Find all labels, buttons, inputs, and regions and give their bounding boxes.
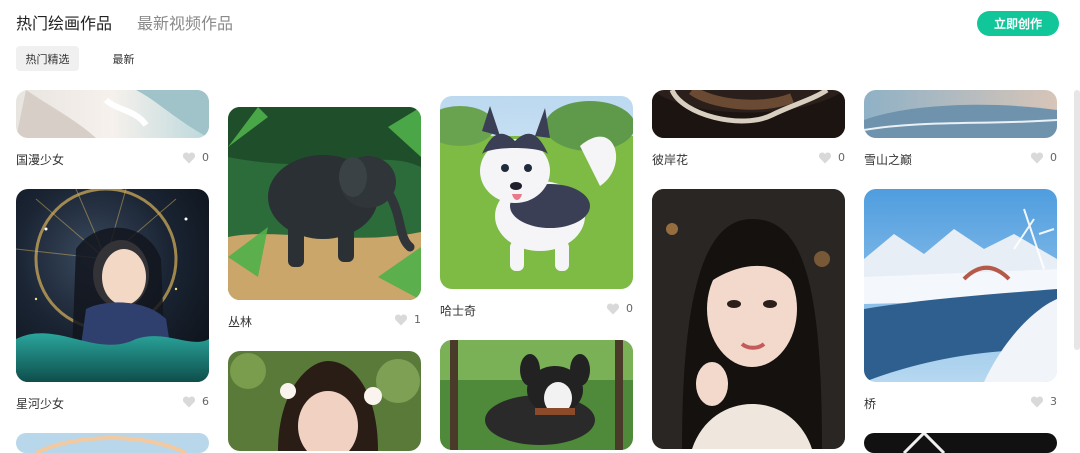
like-count[interactable]: 6 — [182, 395, 209, 408]
artwork-card-night[interactable] — [864, 433, 1057, 453]
artwork-card-higanbana[interactable] — [652, 90, 845, 138]
artwork-image — [228, 351, 421, 451]
filter-latest[interactable]: 最新 — [101, 46, 146, 71]
artwork-image — [16, 90, 209, 138]
artwork-title: 桥 — [864, 397, 877, 411]
like-count-value: 6 — [202, 395, 209, 408]
artwork-image — [440, 340, 633, 450]
like-count[interactable]: 0 — [606, 302, 633, 315]
artwork-card-rainbow[interactable] — [16, 433, 209, 453]
heart-icon — [818, 152, 832, 163]
artwork-image — [16, 433, 209, 453]
like-count-value: 0 — [1050, 151, 1057, 164]
artwork-image — [864, 433, 1057, 453]
like-count-value: 0 — [626, 302, 633, 315]
artwork-title: 彼岸花 — [652, 153, 689, 167]
artwork-card-guoman-girl[interactable] — [16, 90, 209, 138]
top-bar: 热门绘画作品 最新视频作品 立即创作 — [0, 0, 1080, 44]
artwork-card-galaxy-girl[interactable] — [16, 189, 209, 382]
heart-icon — [182, 152, 196, 163]
artwork-card-portrait[interactable] — [652, 189, 845, 449]
artwork-image — [652, 189, 845, 449]
artwork-image — [440, 96, 633, 289]
artwork-title: 哈士奇 — [440, 304, 477, 318]
heart-icon — [1030, 396, 1044, 407]
scrollbar[interactable] — [1074, 90, 1080, 350]
tab-latest-videos[interactable]: 最新视频作品 — [137, 10, 233, 34]
artwork-image — [16, 189, 209, 382]
artwork-card-woman-flowers[interactable] — [228, 351, 421, 451]
heart-icon — [182, 396, 196, 407]
artwork-card-puppy[interactable] — [440, 340, 633, 450]
artwork-image — [864, 90, 1057, 138]
artwork-card-bridge[interactable] — [864, 189, 1057, 382]
like-count[interactable]: 1 — [394, 313, 421, 326]
artwork-title: 丛林 — [228, 315, 253, 329]
artwork-title: 星河少女 — [16, 397, 65, 411]
like-count[interactable]: 0 — [182, 151, 209, 164]
artwork-image — [228, 107, 421, 300]
artwork-card-jungle[interactable] — [228, 107, 421, 300]
heart-icon — [1030, 152, 1044, 163]
like-count[interactable]: 3 — [1030, 395, 1057, 408]
artwork-title: 国漫少女 — [16, 153, 65, 167]
like-count-value: 0 — [838, 151, 845, 164]
like-count[interactable]: 0 — [818, 151, 845, 164]
tab-popular-paintings[interactable]: 热门绘画作品 — [16, 10, 112, 34]
like-count-value: 1 — [414, 313, 421, 326]
artwork-card-husky[interactable] — [440, 96, 633, 289]
heart-icon — [606, 303, 620, 314]
artwork-image — [652, 90, 845, 138]
like-count-value: 0 — [202, 151, 209, 164]
like-count[interactable]: 0 — [1030, 151, 1057, 164]
heart-icon — [394, 314, 408, 325]
create-now-button[interactable]: 立即创作 — [977, 11, 1059, 36]
like-count-value: 3 — [1050, 395, 1057, 408]
artwork-image — [864, 189, 1057, 382]
artwork-card-snow-peak[interactable] — [864, 90, 1057, 138]
filter-hot-picks[interactable]: 热门精选 — [16, 46, 79, 71]
artwork-title: 雪山之巅 — [864, 153, 913, 167]
